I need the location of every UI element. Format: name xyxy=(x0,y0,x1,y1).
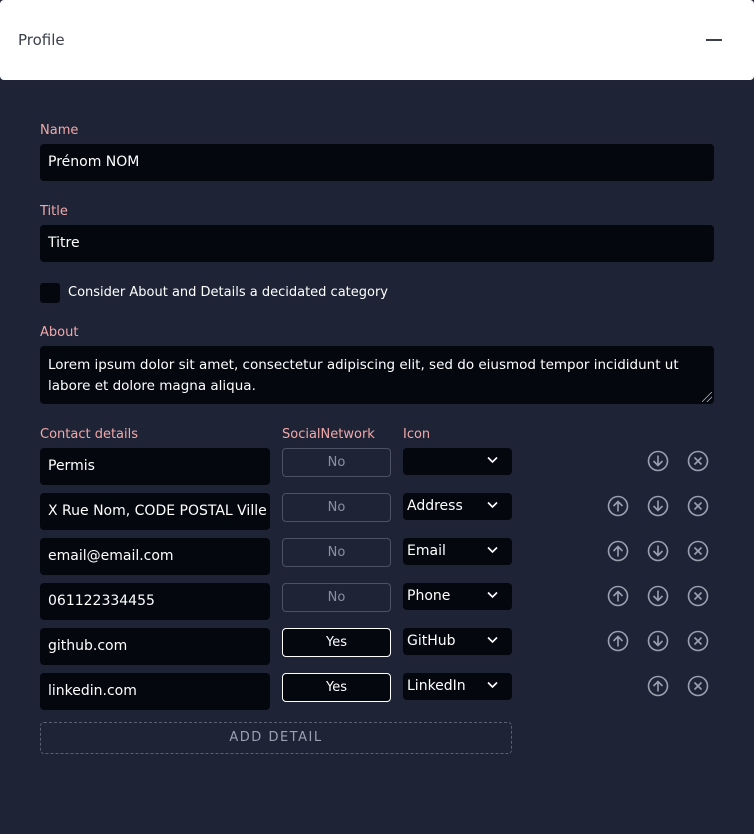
social-network-toggle[interactable]: Yes xyxy=(282,628,391,657)
remove-icon[interactable] xyxy=(687,630,709,652)
chevron-down-icon xyxy=(487,636,498,644)
about-textarea[interactable]: Lorem ipsum dolor sit amet, consectetur … xyxy=(40,346,714,404)
chevron-down-icon xyxy=(487,591,498,599)
chevron-down-icon xyxy=(487,681,498,689)
icon-column-label: Icon xyxy=(403,427,431,442)
social-network-column-label: SocialNetwork xyxy=(282,427,375,442)
category-checkbox[interactable] xyxy=(40,283,60,303)
social-network-toggle[interactable]: No xyxy=(282,583,391,612)
title-label: Title xyxy=(40,204,68,219)
move-down-icon[interactable] xyxy=(647,450,669,472)
about-label: About xyxy=(40,325,79,340)
remove-icon[interactable] xyxy=(687,450,709,472)
social-network-toggle[interactable]: No xyxy=(282,493,391,522)
social-network-toggle[interactable]: No xyxy=(282,448,391,477)
detail-value-input[interactable]: X Rue Nom, CODE POSTAL Ville Région xyxy=(40,493,270,530)
icon-select[interactable]: Phone xyxy=(403,583,512,610)
icon-select-value: Email xyxy=(407,543,446,559)
chevron-down-icon xyxy=(487,546,498,554)
icon-select[interactable]: GitHub xyxy=(403,628,512,655)
icon-select[interactable]: Email xyxy=(403,538,512,565)
remove-icon[interactable] xyxy=(687,540,709,562)
move-down-icon[interactable] xyxy=(647,630,669,652)
icon-select[interactable]: Address xyxy=(403,493,512,520)
move-up-icon[interactable] xyxy=(607,630,629,652)
contact-details-label: Contact details xyxy=(40,427,139,442)
icon-select[interactable]: LinkedIn xyxy=(403,673,512,700)
move-up-icon[interactable] xyxy=(607,585,629,607)
move-down-icon[interactable] xyxy=(647,540,669,562)
chevron-down-icon xyxy=(487,456,498,464)
detail-value-input[interactable]: email@email.com xyxy=(40,538,270,575)
detail-value-input[interactable]: Permis xyxy=(40,448,270,485)
remove-icon[interactable] xyxy=(687,585,709,607)
icon-select-value: Address xyxy=(407,498,463,514)
move-up-icon[interactable] xyxy=(607,540,629,562)
move-up-icon[interactable] xyxy=(607,495,629,517)
move-down-icon[interactable] xyxy=(647,495,669,517)
collapse-icon[interactable] xyxy=(700,30,728,50)
icon-select-value: LinkedIn xyxy=(407,678,466,694)
icon-select[interactable] xyxy=(403,448,512,475)
remove-icon[interactable] xyxy=(687,495,709,517)
add-detail-button[interactable]: ADD DETAIL xyxy=(40,722,512,754)
detail-value-input[interactable]: 061122334455 xyxy=(40,583,270,620)
resize-handle-icon[interactable] xyxy=(702,392,712,402)
remove-icon[interactable] xyxy=(687,675,709,697)
panel-title: Profile xyxy=(18,31,65,49)
title-input[interactable]: Titre xyxy=(40,225,714,262)
detail-value-input[interactable]: linkedin.com xyxy=(40,673,270,710)
move-down-icon[interactable] xyxy=(647,585,669,607)
move-up-icon[interactable] xyxy=(647,675,669,697)
chevron-down-icon xyxy=(487,501,498,509)
detail-value-input[interactable]: github.com xyxy=(40,628,270,665)
icon-select-value: GitHub xyxy=(407,633,456,649)
profile-panel-header[interactable]: Profile xyxy=(0,0,754,80)
social-network-toggle[interactable]: Yes xyxy=(282,673,391,702)
name-input[interactable]: Prénom NOM xyxy=(40,144,714,181)
name-label: Name xyxy=(40,123,79,138)
about-text: Lorem ipsum dolor sit amet, consectetur … xyxy=(48,357,679,394)
icon-select-value: Phone xyxy=(407,588,451,604)
category-checkbox-label: Consider About and Details a decidated c… xyxy=(68,285,388,300)
social-network-toggle[interactable]: No xyxy=(282,538,391,567)
